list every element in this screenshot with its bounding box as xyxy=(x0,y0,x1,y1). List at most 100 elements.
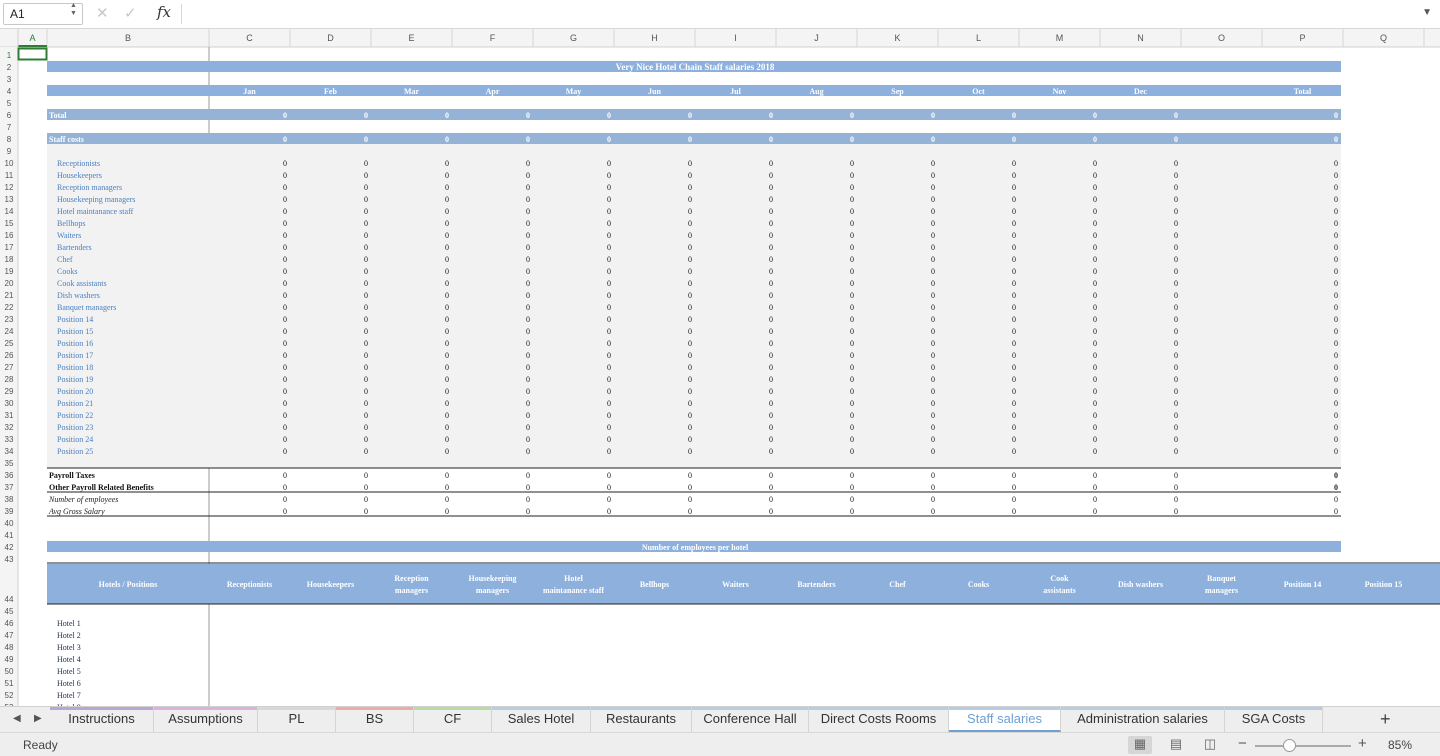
row-header-47[interactable]: 47 xyxy=(5,631,14,640)
sheet-tab[interactable]: Staff salaries xyxy=(949,707,1061,732)
sheet-tab[interactable]: Sales Hotel xyxy=(492,707,591,732)
row-header-30[interactable]: 30 xyxy=(5,399,14,408)
position-label[interactable]: Position 18 xyxy=(57,363,93,372)
sheet-tab[interactable]: BS xyxy=(336,707,414,732)
column-header-f[interactable]: F xyxy=(490,33,496,43)
row-header-44[interactable]: 44 xyxy=(5,595,14,604)
row-header-27[interactable]: 27 xyxy=(5,363,14,372)
page-layout-view-icon[interactable]: ▤ xyxy=(1164,736,1188,754)
row-header-48[interactable]: 48 xyxy=(5,643,14,652)
row-header-45[interactable]: 45 xyxy=(5,607,14,616)
row-header-1[interactable]: 1 xyxy=(7,51,12,60)
row-header-26[interactable]: 26 xyxy=(5,351,14,360)
hotel-label[interactable]: Hotel 7 xyxy=(57,691,81,700)
row-header-35[interactable]: 35 xyxy=(5,459,14,468)
row-header-15[interactable]: 15 xyxy=(5,219,14,228)
row-header-37[interactable]: 37 xyxy=(5,483,14,492)
hotel-label[interactable]: Hotel 5 xyxy=(57,667,81,676)
row-header-8[interactable]: 8 xyxy=(7,135,12,144)
sheet-tab[interactable]: CF xyxy=(414,707,492,732)
position-label[interactable]: Position 14 xyxy=(57,315,93,324)
row-header-49[interactable]: 49 xyxy=(5,655,14,664)
position-label[interactable]: Hotel maintanance staff xyxy=(57,207,134,216)
zoom-in-icon[interactable]: + xyxy=(1358,735,1367,752)
hotel-label[interactable]: Hotel 1 xyxy=(57,619,81,628)
position-label[interactable]: Position 24 xyxy=(57,435,93,444)
column-header-c[interactable]: C xyxy=(246,33,253,43)
row-header-28[interactable]: 28 xyxy=(5,375,14,384)
formula-input[interactable] xyxy=(190,6,1390,24)
position-label[interactable]: Cooks xyxy=(57,267,77,276)
row-header-17[interactable]: 17 xyxy=(5,243,14,252)
row-header-24[interactable]: 24 xyxy=(5,327,14,336)
row-header-50[interactable]: 50 xyxy=(5,667,14,676)
position-label[interactable]: Position 25 xyxy=(57,447,93,456)
column-header-a[interactable]: A xyxy=(29,33,35,43)
row-header-43[interactable]: 43 xyxy=(5,555,14,564)
position-label[interactable]: Banquet managers xyxy=(57,303,116,312)
row-header-16[interactable]: 16 xyxy=(5,231,14,240)
position-label[interactable]: Reception managers xyxy=(57,183,122,192)
row-header-31[interactable]: 31 xyxy=(5,411,14,420)
summary-label[interactable]: Other Payroll Related Benefits xyxy=(49,483,154,492)
row-header-22[interactable]: 22 xyxy=(5,303,14,312)
row-header-13[interactable]: 13 xyxy=(5,195,14,204)
sheet-tab[interactable]: Assumptions xyxy=(154,707,258,732)
row-header-29[interactable]: 29 xyxy=(5,387,14,396)
position-label[interactable]: Position 22 xyxy=(57,411,93,420)
sheet-tab[interactable]: Administration salaries xyxy=(1061,707,1225,732)
worksheet-grid[interactable]: A B C D E F G H I J K L M N O P Q 1 2 3 4 5 6 7 8 9 10 11 12 13 14 15 16… xyxy=(0,29,1440,706)
sheet-tab[interactable]: Instructions xyxy=(50,707,154,732)
normal-view-icon[interactable]: ▦ xyxy=(1128,736,1152,754)
insert-function-icon[interactable]: fx xyxy=(157,3,171,21)
row-header-33[interactable]: 33 xyxy=(5,435,14,444)
sheet-tab[interactable]: Conference Hall xyxy=(692,707,809,732)
row-header-25[interactable]: 25 xyxy=(5,339,14,348)
position-label[interactable]: Bellhops xyxy=(57,219,85,228)
position-label[interactable]: Bartenders xyxy=(57,243,92,252)
name-box-stepper-icon[interactable]: ▲ ▼ xyxy=(70,2,77,18)
row-header-46[interactable]: 46 xyxy=(5,619,14,628)
position-label[interactable]: Position 23 xyxy=(57,423,93,432)
position-label[interactable]: Position 21 xyxy=(57,399,93,408)
column-header-o[interactable]: O xyxy=(1218,33,1225,43)
summary-label[interactable]: Payroll Taxes xyxy=(49,471,95,480)
cancel-icon[interactable]: ✕ xyxy=(96,4,109,22)
position-label[interactable]: Housekeepers xyxy=(57,171,102,180)
add-sheet-icon[interactable]: + xyxy=(1380,709,1391,730)
row-header-40[interactable]: 40 xyxy=(5,519,14,528)
column-header-n[interactable]: N xyxy=(1137,33,1144,43)
row-header-41[interactable]: 41 xyxy=(5,531,14,540)
hotel-label[interactable]: Hotel 4 xyxy=(57,655,81,664)
position-label[interactable]: Position 16 xyxy=(57,339,93,348)
position-label[interactable]: Position 19 xyxy=(57,375,93,384)
column-header-k[interactable]: K xyxy=(894,33,900,43)
hotel-label[interactable]: Hotel 2 xyxy=(57,631,81,640)
row-header-3[interactable]: 3 xyxy=(7,75,12,84)
position-label[interactable]: Chef xyxy=(57,255,73,264)
position-label[interactable]: Position 20 xyxy=(57,387,93,396)
position-label[interactable]: Position 17 xyxy=(57,351,93,360)
row-header-42[interactable]: 42 xyxy=(5,543,14,552)
row-header-9[interactable]: 9 xyxy=(7,147,12,156)
summary-label[interactable]: Avg Gross Salary xyxy=(48,507,105,516)
zoom-out-icon[interactable]: − xyxy=(1238,735,1247,752)
column-header-g[interactable]: G xyxy=(570,33,577,43)
row-header-6[interactable]: 6 xyxy=(7,111,12,120)
expand-formula-bar-icon[interactable]: ▼ xyxy=(1422,7,1432,18)
row-header-23[interactable]: 23 xyxy=(5,315,14,324)
row-header-4[interactable]: 4 xyxy=(7,87,12,96)
zoom-slider-thumb[interactable] xyxy=(1282,739,1296,752)
column-header-b[interactable]: B xyxy=(125,33,131,43)
hotel-label[interactable]: Hotel 6 xyxy=(57,679,81,688)
column-header-l[interactable]: L xyxy=(976,33,981,43)
sheet-tab[interactable]: SGA Costs xyxy=(1225,707,1323,732)
position-label[interactable]: Receptionists xyxy=(57,159,100,168)
row-header-39[interactable]: 39 xyxy=(5,507,14,516)
row-header-10[interactable]: 10 xyxy=(5,159,14,168)
sheet-tab[interactable]: PL xyxy=(258,707,336,732)
row-header-18[interactable]: 18 xyxy=(5,255,14,264)
next-sheet-icon[interactable]: ▶ xyxy=(34,713,42,724)
row-header-51[interactable]: 51 xyxy=(5,679,14,688)
column-header-q[interactable]: Q xyxy=(1380,33,1387,43)
